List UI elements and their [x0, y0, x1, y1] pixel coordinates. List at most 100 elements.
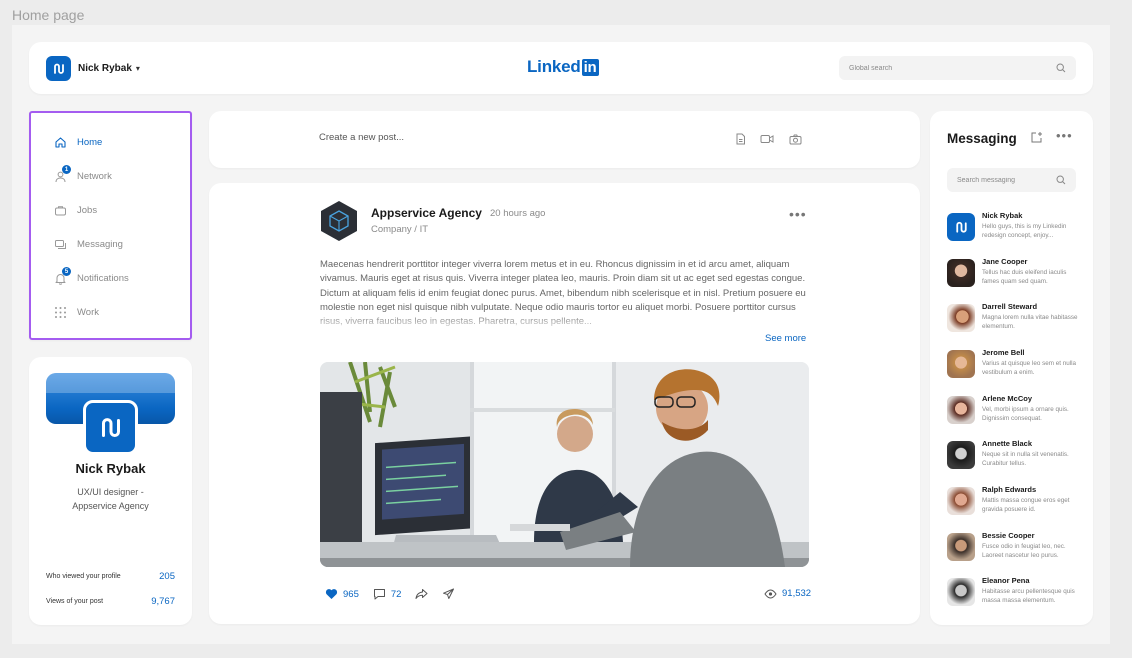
document-icon[interactable] [733, 132, 747, 146]
nav-item-jobs[interactable]: Jobs [53, 203, 97, 217]
conversation-name: Annette Black [982, 439, 1033, 448]
conversation-name: Arlene McCoy [982, 394, 1033, 403]
global-search-input[interactable] [849, 64, 1056, 72]
view-count: 91,532 [782, 588, 812, 599]
conversation-preview: Varius at quisque leo sem et nulla vesti… [982, 360, 1077, 377]
conversation-preview: Neque sit in nulla sit venenatis. Curabi… [982, 451, 1069, 468]
like-button[interactable]: 965 [325, 588, 359, 600]
avatar [947, 487, 975, 515]
profile-role: UX/UI designer - Appservice Agency [72, 487, 149, 511]
profile-card: Nick Rybak UX/UI designer - Appservice A… [29, 357, 192, 625]
profile-name[interactable]: Nick Rybak [29, 461, 192, 476]
avatar [947, 350, 975, 378]
conversation-item[interactable]: Annette Black Neque sit in nulla sit ven… [947, 439, 1082, 473]
search-icon[interactable] [1056, 175, 1066, 185]
chat-icon [53, 237, 67, 251]
post-subtitle: Company / IT [371, 224, 429, 235]
stat-label: Views of your post [46, 598, 104, 605]
chevron-down-icon: ▾ [135, 64, 140, 73]
avatar[interactable] [83, 400, 138, 455]
agency-logo-icon[interactable] [320, 200, 358, 242]
conversation-item[interactable]: Ralph Edwards Mattis massa congue eros e… [947, 485, 1082, 519]
conversation-preview: Magna lorem nulla vitae habitasse elemen… [982, 314, 1078, 331]
conversation-item[interactable]: Bessie Cooper Fusce odio in feugiat leo,… [947, 531, 1082, 565]
app-logo-icon [46, 56, 71, 81]
stat-post-views[interactable]: Views of your post 9,767 [46, 596, 175, 607]
briefcase-icon [53, 203, 67, 217]
share-icon [415, 589, 428, 599]
conversation-name: Bessie Cooper [982, 531, 1035, 540]
nav-item-messaging[interactable]: Messaging [53, 237, 123, 251]
feed-post: Appservice Agency 20 hours ago Company /… [209, 183, 920, 624]
home-icon [53, 135, 67, 149]
comment-icon [373, 589, 385, 600]
search-icon[interactable] [1056, 63, 1066, 73]
conversation-name: Nick Rybak [982, 211, 1023, 220]
eye-icon [764, 588, 777, 599]
global-search [839, 56, 1076, 80]
user-name: Nick Rybak [78, 63, 132, 74]
brand-in: in [581, 58, 599, 76]
conversation-item[interactable]: Jane Cooper Tellus hac duis eleifend iac… [947, 257, 1082, 291]
user-menu[interactable]: Nick Rybak ▾ [46, 56, 140, 81]
conversation-preview: Fusce odio in feugiat leo, nec. Laoreet … [982, 543, 1066, 560]
nav-item-work[interactable]: Work [53, 305, 99, 319]
more-options-icon[interactable]: ••• [1056, 129, 1073, 142]
comment-button[interactable]: 72 [373, 588, 402, 600]
avatar [947, 441, 975, 469]
bell-icon: 5 [53, 267, 71, 285]
frame-label: Home page [12, 7, 85, 23]
nav-label: Network [77, 170, 112, 182]
avatar [947, 213, 975, 241]
avatar [947, 304, 975, 332]
conversation-name: Eleanor Pena [982, 576, 1030, 585]
post-composer [209, 111, 920, 168]
post-time: 20 hours ago [490, 208, 546, 219]
conversation-item[interactable]: Darrell Steward Magna lorem nulla vitae … [947, 302, 1082, 336]
avatar [947, 259, 975, 287]
top-header: Nick Rybak ▾ Linked in [29, 42, 1093, 94]
messaging-panel: Messaging ••• Nick Rybak Hello guys, thi… [930, 111, 1093, 625]
like-count: 965 [343, 588, 359, 600]
post-image[interactable] [320, 362, 809, 567]
nav-label: Work [77, 306, 99, 318]
nav-label: Messaging [77, 238, 123, 250]
heart-icon [325, 589, 338, 599]
avatar [947, 396, 975, 424]
new-post-input[interactable] [319, 132, 619, 143]
camera-icon[interactable] [788, 132, 802, 146]
network-badge: 1 [62, 165, 71, 174]
grid-icon [53, 305, 67, 319]
stat-value: 205 [159, 571, 175, 582]
post-author[interactable]: Appservice Agency [371, 206, 482, 220]
conversation-preview: Mattis massa congue eros eget gravida po… [982, 497, 1070, 514]
comment-count: 72 [390, 588, 402, 600]
brand-text: Linked [527, 57, 581, 76]
nav-item-network[interactable]: 1 Network [53, 165, 112, 183]
send-button[interactable] [442, 588, 455, 600]
conversation-name: Jerome Bell [982, 348, 1025, 357]
conversation-item[interactable]: Nick Rybak Hello guys, this is my Linked… [947, 211, 1082, 245]
messaging-search-input[interactable] [957, 176, 1056, 184]
page-canvas: Nick Rybak ▾ Linkedin Home 1 Network [12, 25, 1110, 644]
avatar [947, 533, 975, 561]
conversation-item[interactable]: Arlene McCoy Vel, morbi ipsum a ornare q… [947, 394, 1082, 428]
see-more-link[interactable]: See more [765, 333, 806, 344]
video-icon[interactable] [760, 132, 774, 146]
conversation-name: Ralph Edwards [982, 485, 1037, 494]
messaging-title: Messaging [947, 131, 1017, 146]
share-button[interactable] [415, 588, 428, 600]
conversation-item[interactable]: Eleanor Pena Habitasse arcu pellentesque… [947, 576, 1082, 610]
conversation-preview: Hello guys, this is my Linkedin redesign… [982, 223, 1067, 240]
compose-message-icon[interactable] [1030, 131, 1043, 149]
nav-item-home[interactable]: Home [53, 135, 102, 149]
linkedin-logo[interactable]: Linked in [527, 57, 599, 77]
conversation-preview: Habitasse arcu pellentesque quis massa m… [982, 588, 1075, 605]
stat-profile-views[interactable]: Who viewed your profile 205 [46, 571, 175, 582]
nav-label: Jobs [77, 204, 98, 216]
nav-label: Home [77, 136, 103, 148]
post-views: 91,532 [764, 588, 811, 599]
conversation-item[interactable]: Jerome Bell Varius at quisque leo sem et… [947, 348, 1082, 382]
nav-item-notifications[interactable]: 5 Notifications [53, 267, 129, 285]
more-options-icon[interactable]: ••• [789, 207, 807, 221]
